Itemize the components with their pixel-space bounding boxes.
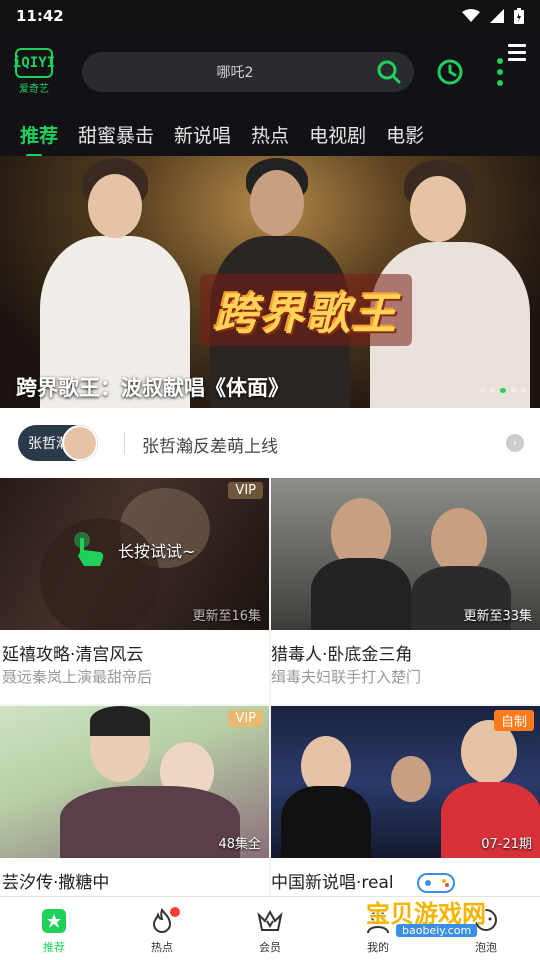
celebrity-badge: 张哲瀚 — [18, 425, 98, 461]
app-logo[interactable]: iQIYI 爱奇艺 — [12, 48, 56, 98]
episode-label: 48集全 — [218, 837, 261, 852]
video-thumbnail[interactable]: VIP 48集全 — [0, 706, 269, 858]
tab-sweet[interactable]: 甜蜜暴击 — [68, 121, 164, 148]
video-title[interactable]: 芸汐传·撒糖中 — [2, 868, 109, 893]
episode-label: 07-21期 — [481, 837, 532, 852]
tab-rap[interactable]: 新说唱 — [164, 121, 241, 148]
nav-label: 会员 — [259, 941, 281, 954]
wifi-icon — [462, 9, 480, 22]
search-icon[interactable] — [376, 59, 402, 85]
nav-recommend[interactable]: 推荐 — [0, 897, 108, 960]
nav-vip[interactable]: 会员 — [216, 897, 324, 960]
logo-subtitle: 爱奇艺 — [19, 84, 49, 95]
hint-text: 长按试试~ — [118, 542, 196, 561]
more-options-icon[interactable] — [492, 56, 508, 88]
system-icons — [462, 8, 524, 24]
search-bar[interactable]: 哪吒2 — [82, 52, 414, 92]
episode-label: 更新至16集 — [192, 609, 261, 624]
nav-label: 热点 — [151, 941, 173, 954]
video-subtitle: 缉毒夫妇联手打入楚门 — [271, 668, 422, 686]
category-tabs: 推荐 甜蜜暴击 新说唱 热点 电视剧 电影 — [0, 112, 540, 156]
status-bar: 11:42 — [0, 0, 540, 32]
video-card[interactable]: 自制 07-21期 中国新说唱·real — [271, 706, 540, 896]
nav-mine[interactable]: 我的 — [324, 897, 432, 960]
video-card[interactable]: 更新至33集 猎毒人·卧底金三角 缉毒夫妇联手打入楚门 — [271, 478, 540, 704]
carousel-indicator — [480, 388, 526, 393]
original-badge: 自制 — [493, 710, 534, 731]
tab-movie[interactable]: 电影 — [376, 121, 434, 148]
search-placeholder: 哪吒2 — [216, 65, 254, 81]
singer-left — [30, 156, 200, 408]
crown-icon — [257, 909, 283, 931]
video-card[interactable]: VIP 长按试试~ 更新至16集 延禧攻略·清宫风云 聂远秦岚上演最甜帝后 — [0, 478, 269, 704]
video-subtitle: 聂远秦岚上演最甜帝后 — [2, 668, 153, 686]
tab-hot[interactable]: 热点 — [241, 121, 299, 148]
notice-text: 张哲瀚反差萌上线 — [142, 437, 278, 457]
nav-bubble[interactable]: 泡泡 — [432, 897, 540, 960]
tab-recommend[interactable]: 推荐 — [0, 121, 68, 148]
video-thumbnail[interactable]: VIP 长按试试~ 更新至16集 — [0, 478, 269, 630]
long-press-hint: 长按试试~ — [70, 530, 195, 570]
video-card[interactable]: VIP 48集全 芸汐传·撒糖中 — [0, 706, 269, 896]
vip-badge: VIP — [228, 710, 263, 727]
vip-badge: VIP — [228, 482, 263, 499]
video-title[interactable]: 猎毒人·卧底金三角 — [271, 640, 412, 665]
battery-icon — [514, 8, 524, 24]
notification-dot — [170, 907, 180, 917]
status-time: 11:42 — [16, 7, 64, 25]
video-thumbnail[interactable]: 更新至33集 — [271, 478, 540, 630]
app-header: iQIYI 爱奇艺 哪吒2 推荐 甜蜜暴击 新说唱 热点 电视剧 电影 — [0, 32, 540, 156]
show-logo: 跨界歌王 — [200, 274, 412, 346]
signal-icon — [490, 9, 504, 23]
video-thumbnail[interactable]: 自制 07-21期 — [271, 706, 540, 858]
home-icon — [42, 909, 66, 933]
video-title[interactable]: 中国新说唱·real — [271, 868, 394, 893]
hand-pointer-icon — [74, 532, 104, 566]
hero-banner[interactable]: 跨界歌王 跨界歌王：波叔献唱《体面》 — [0, 156, 540, 408]
nav-hot[interactable]: 热点 — [108, 897, 216, 960]
avatar — [62, 425, 98, 461]
nav-label: 我的 — [367, 941, 389, 954]
tab-tv[interactable]: 电视剧 — [299, 121, 376, 148]
episode-label: 更新至33集 — [463, 609, 532, 624]
banner-caption: 跨界歌王：波叔献唱《体面》 — [16, 376, 289, 400]
person-icon — [367, 910, 389, 934]
nav-label: 推荐 — [43, 941, 65, 954]
divider — [124, 432, 125, 454]
history-icon[interactable] — [436, 58, 464, 86]
video-title[interactable]: 延禧攻略·清宫风云 — [2, 640, 143, 665]
chevron-right-icon[interactable]: › — [506, 434, 524, 452]
nav-label: 泡泡 — [475, 941, 497, 954]
bubble-icon — [475, 909, 497, 931]
promo-notice[interactable]: 张哲瀚 张哲瀚反差萌上线 › — [0, 408, 540, 478]
logo-mark: iQIYI — [13, 48, 55, 78]
menu-icon[interactable] — [508, 44, 526, 62]
bottom-navigation: 推荐 热点 会员 我的 泡泡 — [0, 896, 540, 960]
